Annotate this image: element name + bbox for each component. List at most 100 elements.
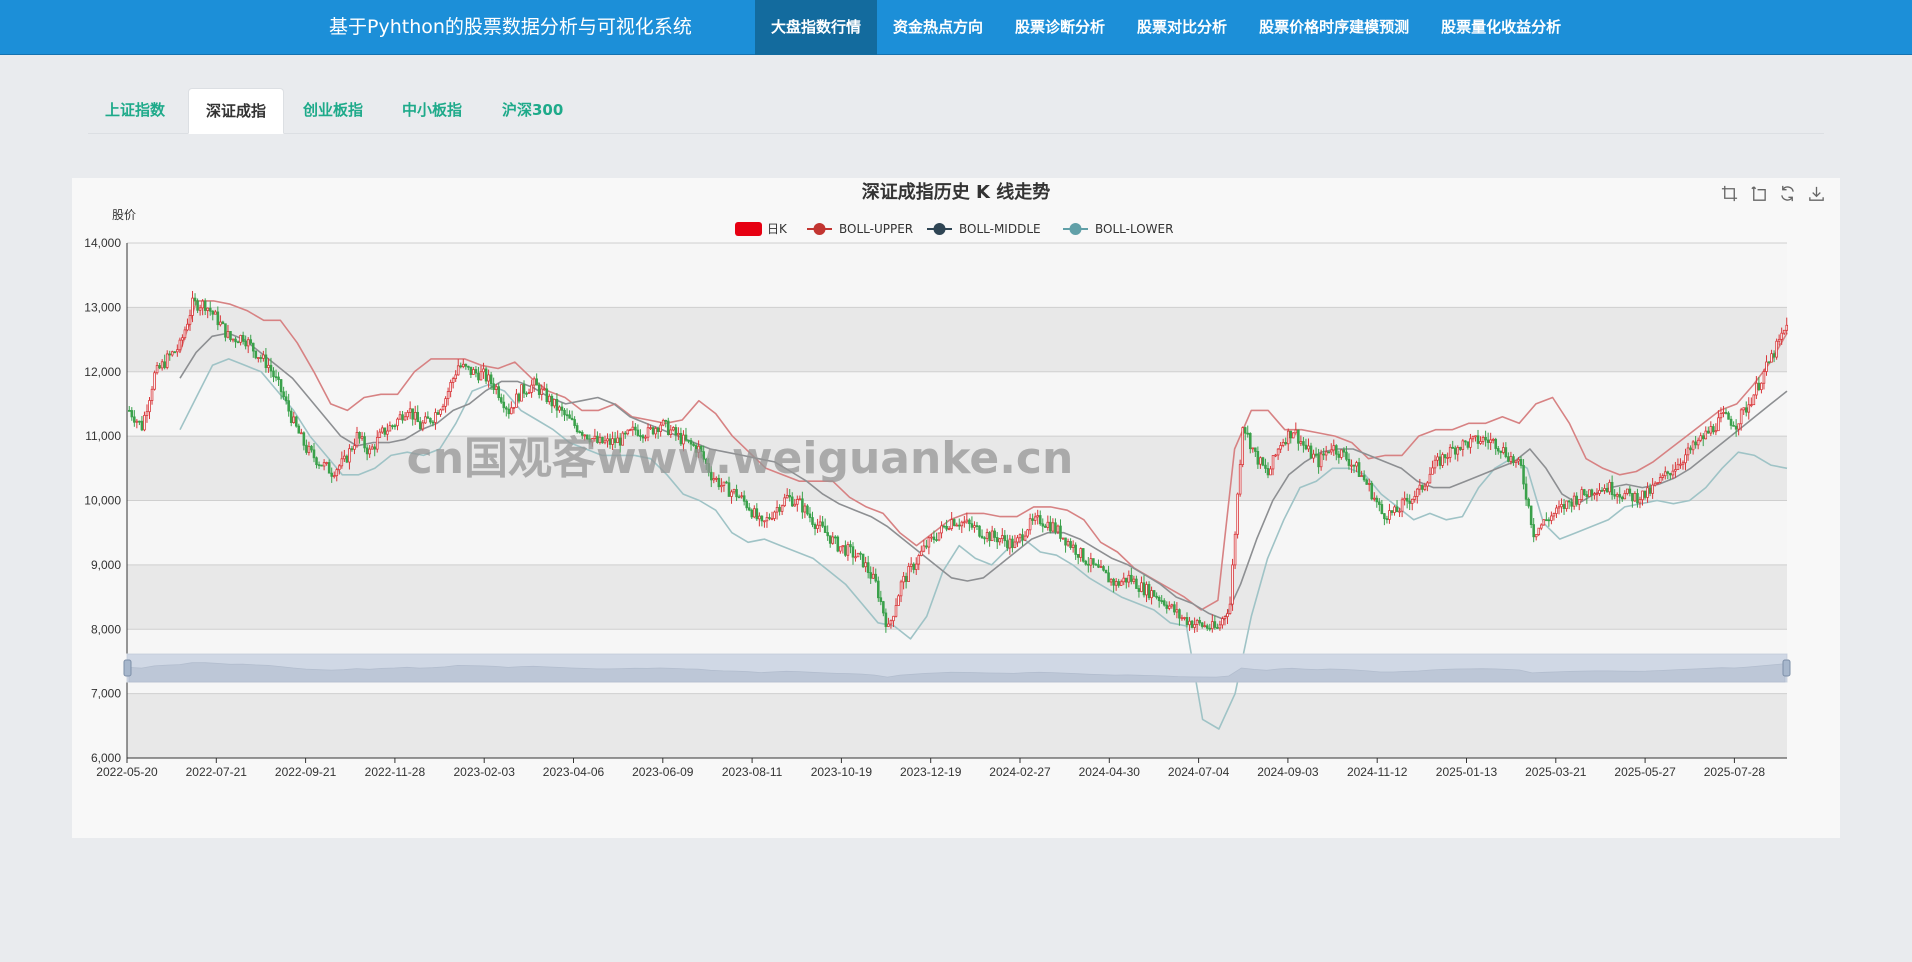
candle-body xyxy=(1003,535,1007,542)
candle-body xyxy=(1089,558,1093,566)
candle-body xyxy=(231,338,235,341)
candle-body xyxy=(1362,475,1366,481)
tab-1[interactable]: 上证指数 xyxy=(105,88,165,134)
datazoom-handle-right[interactable] xyxy=(1782,659,1791,677)
watermark: cn国观客www.weiguanke.cn xyxy=(407,433,1074,484)
candle-body xyxy=(1704,430,1708,440)
candle-body xyxy=(737,496,741,499)
tab-2[interactable]: 深证成指 xyxy=(188,88,285,134)
x-tick-label: 2025-05-27 xyxy=(1614,765,1676,779)
x-tick-label: 2023-12-19 xyxy=(900,765,962,779)
candle-body xyxy=(1142,582,1146,596)
candle-body xyxy=(297,425,301,434)
candle-body xyxy=(1281,442,1285,446)
candle-body xyxy=(887,623,890,627)
candle-body xyxy=(1537,527,1541,535)
y-tick-label: 10,000 xyxy=(84,494,121,508)
zoom-icon[interactable] xyxy=(1720,184,1739,203)
candle-body xyxy=(360,436,364,439)
candle-body xyxy=(1221,618,1224,626)
candle-body xyxy=(1238,464,1242,495)
nav-item-5[interactable]: 股票价格时序建模预测 xyxy=(1243,0,1425,55)
candle-body xyxy=(332,475,336,478)
candle-body xyxy=(1489,439,1492,443)
tab-5[interactable]: 沪深300 xyxy=(502,88,563,134)
candle-body xyxy=(272,370,275,378)
candle-body xyxy=(849,544,852,548)
nav-item-1[interactable]: 大盘指数行情 xyxy=(755,0,878,55)
candle-body xyxy=(909,563,913,567)
candle-body xyxy=(1018,534,1022,539)
candle-body xyxy=(1289,430,1293,439)
x-tick-label: 2025-07-28 xyxy=(1704,765,1766,779)
candle-body xyxy=(277,376,280,381)
tab-4[interactable]: 中小板指 xyxy=(402,88,462,134)
candle-body xyxy=(1512,456,1515,463)
candle-body xyxy=(181,337,184,341)
candle-body xyxy=(1271,455,1275,470)
candle-body xyxy=(446,391,450,400)
candle-body xyxy=(1372,497,1376,500)
candle-body xyxy=(1777,338,1781,342)
candle-body xyxy=(1603,488,1606,491)
candle-body xyxy=(348,448,351,463)
candle-body xyxy=(1729,418,1733,426)
candle-body xyxy=(1137,588,1141,592)
datazoom-handle-left[interactable] xyxy=(123,659,132,677)
candle-body xyxy=(1542,519,1546,526)
grid-band xyxy=(127,564,1787,630)
candle-body xyxy=(1076,554,1080,558)
candle-body xyxy=(234,338,237,343)
candle-body xyxy=(841,545,845,548)
candle-body xyxy=(1021,534,1024,541)
candle-body xyxy=(864,562,867,568)
candle-body xyxy=(267,364,270,369)
candle-body xyxy=(138,420,141,423)
candle-body xyxy=(1135,578,1138,589)
candle-body xyxy=(1016,537,1019,543)
candle-body xyxy=(1324,451,1328,456)
candle-body xyxy=(1251,447,1255,450)
legend-label: BOLL-UPPER xyxy=(839,222,913,236)
candle-body xyxy=(1279,445,1282,450)
candle-body xyxy=(917,555,921,565)
candle-body xyxy=(540,388,544,395)
candle-body xyxy=(431,421,435,424)
candle-body xyxy=(464,363,468,367)
candle-body xyxy=(968,519,971,525)
candle-body xyxy=(844,545,847,556)
nav-item-6[interactable]: 股票量化收益分析 xyxy=(1425,0,1577,55)
nav-item-3[interactable]: 股票诊断分析 xyxy=(999,0,1121,55)
restore-icon[interactable] xyxy=(1778,184,1797,203)
nav-item-4[interactable]: 股票对比分析 xyxy=(1121,0,1243,55)
candle-body xyxy=(1772,353,1776,358)
candle-body xyxy=(1390,510,1394,513)
candle-body xyxy=(1038,515,1042,525)
candle-body xyxy=(555,399,559,411)
candle-body xyxy=(821,521,824,527)
candle-body xyxy=(1767,361,1771,364)
candle-body xyxy=(221,321,225,325)
candle-body xyxy=(851,546,855,558)
candle-body xyxy=(257,357,260,359)
candle-body xyxy=(165,353,169,368)
candle-body xyxy=(720,485,723,488)
candle-body xyxy=(1684,454,1687,464)
candle-body xyxy=(1517,459,1520,462)
candle-body xyxy=(1577,499,1581,505)
save-image-icon[interactable] xyxy=(1807,184,1826,203)
nav-item-2[interactable]: 资金热点方向 xyxy=(877,0,999,55)
candle-body xyxy=(1188,620,1191,626)
tab-3[interactable]: 创业板指 xyxy=(303,88,363,134)
candle-body xyxy=(1534,534,1538,538)
candle-body xyxy=(198,307,202,311)
zoom-reset-icon[interactable] xyxy=(1749,184,1768,203)
candle-body xyxy=(935,539,938,541)
candle-body xyxy=(214,311,217,315)
candle-body xyxy=(732,489,736,493)
candle-body xyxy=(750,509,754,518)
kline-chart[interactable]: 6,000 7,000 8,000 9,000 10,000 11,000 12,000 13… xyxy=(72,178,1840,838)
candle-body xyxy=(1243,427,1247,434)
candle-body xyxy=(1459,446,1462,450)
candle-body xyxy=(1600,489,1604,492)
